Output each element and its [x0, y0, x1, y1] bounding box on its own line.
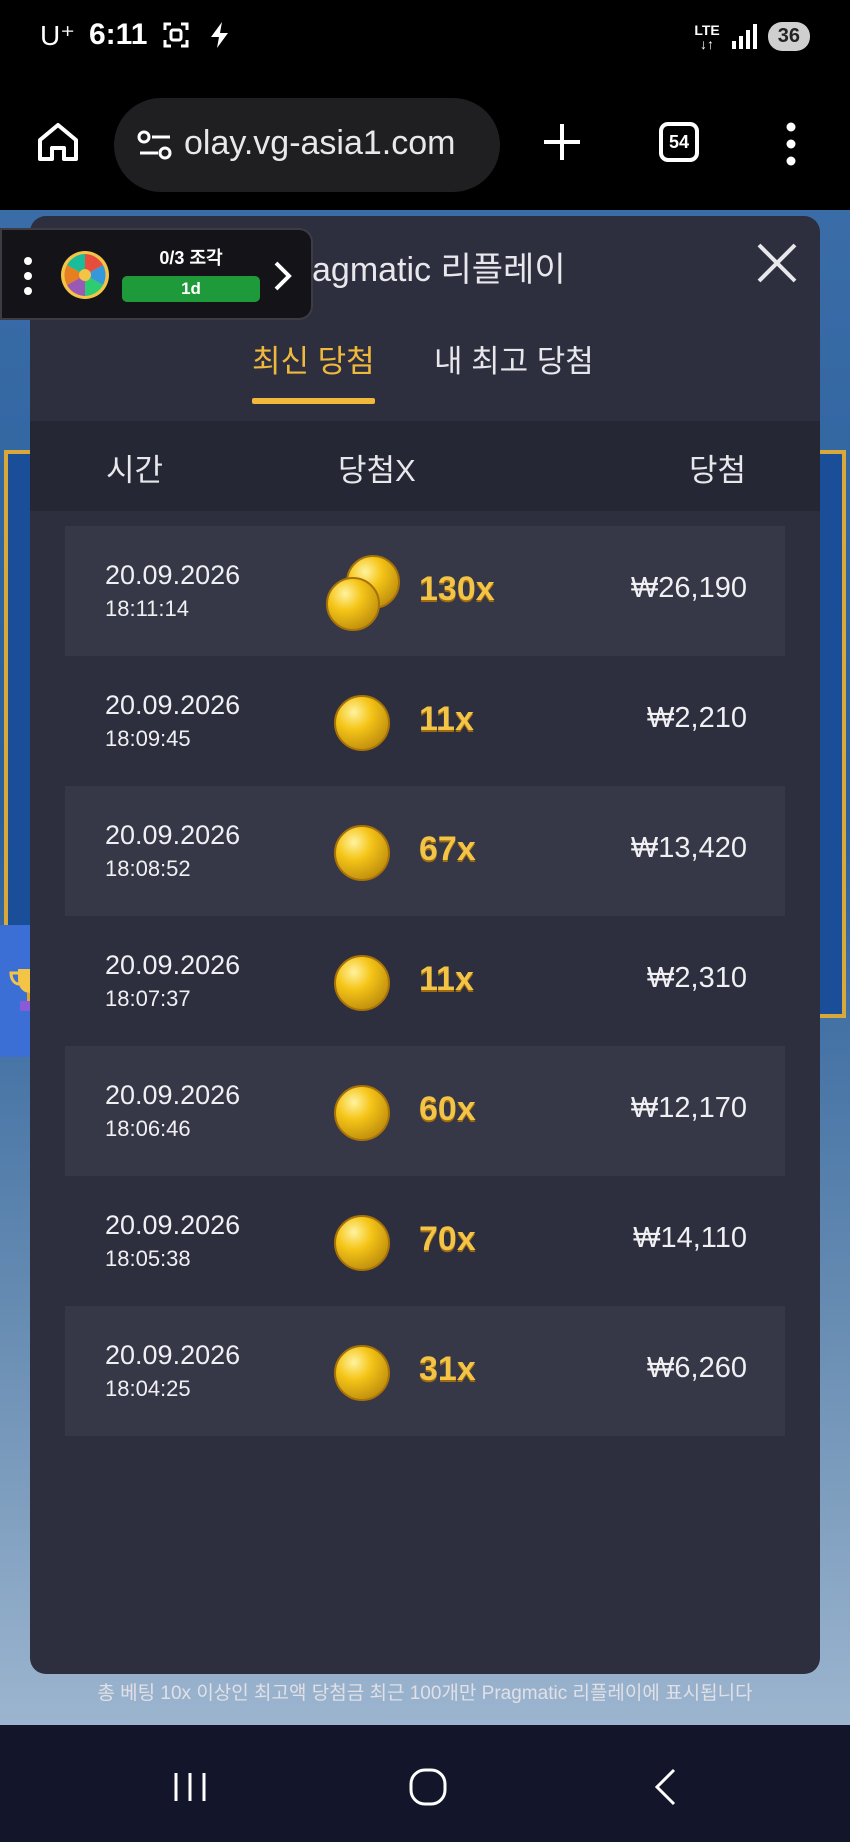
recent-apps-icon[interactable]	[172, 1769, 208, 1805]
row-win-amount: ₩13,420	[630, 832, 747, 864]
row-multiplier: 11x	[419, 960, 474, 998]
address-bar[interactable]: olay.vg-asia1.com	[114, 98, 500, 192]
coin-icon	[334, 695, 390, 751]
column-multiplier: 당첨X	[338, 453, 416, 488]
screenshot-icon	[163, 22, 189, 48]
tab-my-best-wins[interactable]: 내 최고 당첨	[434, 336, 594, 404]
system-nav-bar	[0, 1725, 850, 1842]
row-multiplier: 70x	[419, 1220, 476, 1258]
row-multiplier: 31x	[419, 1350, 476, 1388]
win-row[interactable]: 20.09.2026 18:08:52 67x ₩13,420	[65, 786, 785, 916]
coin-icon	[334, 1085, 390, 1141]
coin-icon	[334, 825, 390, 881]
win-row[interactable]: 20.09.2026 18:04:25 31x ₩6,260	[65, 1306, 785, 1436]
double-coin-icon	[326, 555, 400, 631]
row-time: 18:04:25	[105, 1376, 191, 1401]
clock: 6:11	[89, 18, 148, 51]
fragment-count: 0/3 조각	[159, 248, 223, 268]
url-text[interactable]: olay.vg-asia1.com	[184, 124, 456, 163]
more-menu-icon[interactable]	[786, 122, 796, 166]
tab-latest-wins[interactable]: 최신 당첨	[252, 336, 375, 404]
battery-level: 36	[767, 22, 810, 51]
row-time: 18:06:46	[105, 1116, 191, 1141]
timer-badge: 1d	[122, 276, 260, 302]
network-indicator: LTE ↓↑	[694, 21, 720, 52]
back-icon[interactable]	[652, 1767, 678, 1807]
column-win: 당첨	[688, 453, 746, 488]
row-date: 20.09.2026	[105, 1080, 241, 1110]
win-row[interactable]: 20.09.2026 18:06:46 60x ₩12,170	[65, 1046, 785, 1176]
row-multiplier: 11x	[419, 700, 474, 738]
status-bar: U⁺ 6:11 LTE ↓↑ 36	[0, 0, 850, 80]
row-multiplier: 60x	[419, 1090, 476, 1128]
carrier-label: U⁺	[40, 19, 75, 51]
tab-switcher-button[interactable]: 54	[659, 122, 699, 162]
row-time: 18:07:37	[105, 986, 191, 1011]
close-icon[interactable]	[756, 242, 798, 284]
chevron-right-icon[interactable]	[272, 260, 294, 292]
row-win-amount: ₩26,190	[630, 572, 747, 604]
coin-icon	[334, 1345, 390, 1401]
row-date: 20.09.2026	[105, 560, 241, 590]
row-win-amount: ₩14,110	[633, 1222, 747, 1254]
row-win-amount: ₩2,310	[647, 962, 747, 994]
row-win-amount: ₩2,210	[647, 702, 747, 734]
win-row[interactable]: 20.09.2026 18:05:38 70x ₩14,110	[65, 1176, 785, 1306]
row-date: 20.09.2026	[105, 1340, 241, 1370]
replay-footnote: 총 베팅 10x 이상인 최고액 당첨금 최근 100개만 Pragmatic …	[97, 1683, 753, 1704]
win-row[interactable]: 20.09.2026 18:11:14 130x ₩26,190	[65, 526, 785, 656]
coin-icon	[334, 1215, 390, 1271]
row-date: 20.09.2026	[105, 950, 241, 980]
column-time: 시간	[106, 453, 164, 488]
signal-icon	[731, 23, 757, 49]
column-header: 시간 당첨X 당첨	[30, 421, 820, 511]
row-date: 20.09.2026	[105, 820, 241, 850]
nav-home-icon[interactable]	[408, 1767, 448, 1807]
tab-bar: 최신 당첨 내 최고 당첨	[30, 336, 820, 406]
row-win-amount: ₩12,170	[630, 1092, 747, 1124]
row-win-amount: ₩6,260	[647, 1352, 747, 1384]
row-date: 20.09.2026	[105, 1210, 241, 1240]
wins-list: 20.09.2026 18:11:14 130x ₩26,190 20.09.2…	[65, 526, 785, 1436]
row-time: 18:08:52	[105, 856, 191, 881]
win-row[interactable]: 20.09.2026 18:09:45 11x ₩2,210	[65, 656, 785, 786]
home-icon[interactable]	[36, 120, 80, 164]
drag-handle-icon[interactable]	[24, 256, 32, 296]
browser-toolbar: olay.vg-asia1.com 54	[0, 80, 850, 210]
row-date: 20.09.2026	[105, 690, 241, 720]
bolt-icon	[211, 22, 229, 48]
row-time: 18:11:14	[105, 596, 190, 621]
modal-title: Pragmatic 리플레이	[278, 251, 566, 289]
row-time: 18:05:38	[105, 1246, 191, 1271]
coin-icon	[334, 955, 390, 1011]
prize-wheel-icon	[61, 251, 109, 299]
fragment-widget[interactable]: 0/3 조각 1d	[0, 228, 313, 320]
site-settings-icon[interactable]	[136, 128, 174, 162]
row-time: 18:09:45	[105, 726, 191, 751]
new-tab-icon[interactable]	[540, 120, 584, 164]
replay-modal: Pragmatic 리플레이 최신 당첨 내 최고 당첨 시간 당첨X 당첨 2…	[30, 216, 820, 1674]
row-multiplier: 130x	[419, 570, 495, 608]
game-frame-right	[820, 450, 846, 1018]
row-multiplier: 67x	[419, 830, 476, 868]
win-row[interactable]: 20.09.2026 18:07:37 11x ₩2,310	[65, 916, 785, 1046]
